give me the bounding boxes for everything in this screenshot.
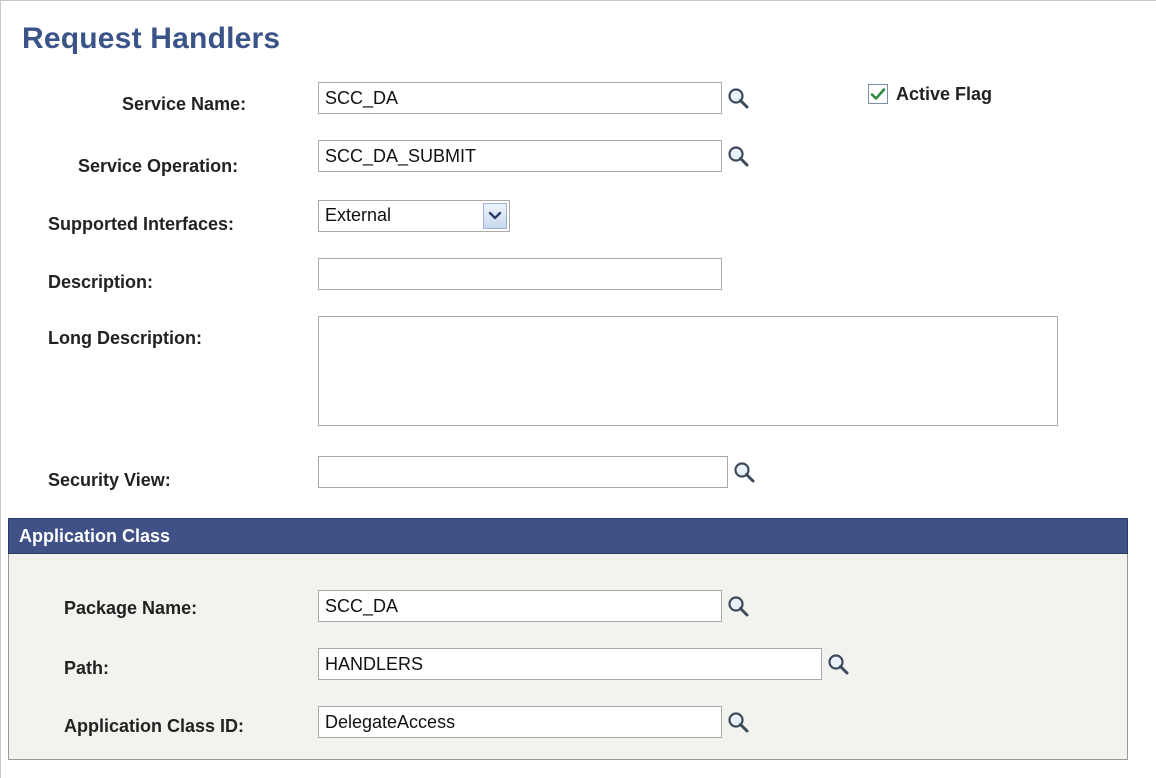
- long-description-textarea[interactable]: [318, 316, 1058, 426]
- supported-interfaces-select[interactable]: External: [318, 200, 510, 232]
- description-input[interactable]: [318, 258, 722, 290]
- chevron-down-icon: [488, 211, 502, 220]
- security-view-input[interactable]: [318, 456, 728, 488]
- page-title: Request Handlers: [22, 22, 281, 55]
- package-name-input[interactable]: [318, 590, 722, 622]
- supported-interfaces-label: Supported Interfaces:: [48, 214, 235, 234]
- path-input[interactable]: [318, 648, 822, 680]
- path-lookup-icon[interactable]: [826, 652, 852, 678]
- supported-interfaces-value: External: [325, 205, 392, 225]
- path-label: Path:: [64, 658, 109, 678]
- frame-left-border: [0, 0, 1, 778]
- security-view-label: Security View:: [48, 470, 171, 490]
- application-class-id-label: Application Class ID:: [64, 716, 245, 736]
- service-operation-input[interactable]: [318, 140, 722, 172]
- active-flag-checkbox[interactable]: [868, 84, 888, 104]
- application-class-id-lookup-icon[interactable]: [726, 710, 752, 736]
- frame-top-border: [0, 0, 1156, 1]
- package-name-lookup-icon[interactable]: [726, 594, 752, 620]
- application-class-id-input[interactable]: [318, 706, 722, 738]
- description-label: Description:: [48, 272, 154, 292]
- package-name-label: Package Name:: [64, 598, 198, 618]
- active-flag-label: Active Flag: [896, 84, 993, 104]
- service-name-label: Service Name:: [122, 94, 247, 114]
- dropdown-button[interactable]: [483, 203, 507, 229]
- service-name-input[interactable]: [318, 82, 722, 114]
- long-description-label: Long Description:: [48, 328, 202, 348]
- service-operation-label: Service Operation:: [78, 156, 239, 176]
- service-name-lookup-icon[interactable]: [726, 86, 752, 112]
- service-operation-lookup-icon[interactable]: [726, 144, 752, 170]
- application-class-header: Application Class: [8, 518, 1128, 554]
- checkmark-icon: [870, 88, 886, 100]
- security-view-lookup-icon[interactable]: [732, 460, 758, 486]
